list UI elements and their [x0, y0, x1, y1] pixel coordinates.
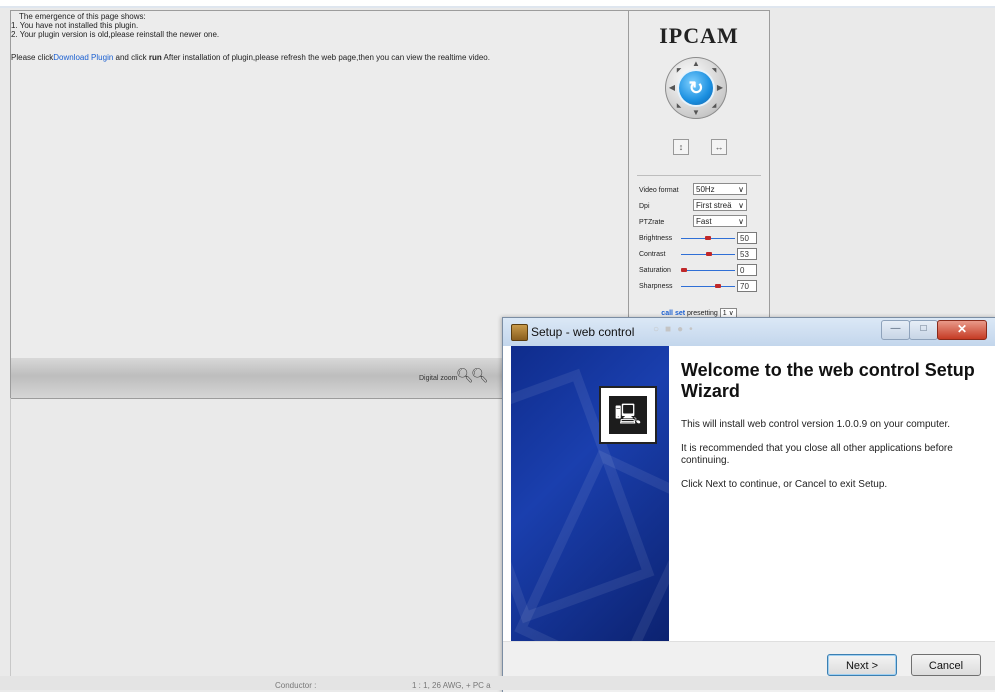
brightness-value[interactable]: 50: [737, 232, 757, 244]
left-border: [10, 398, 11, 684]
ptz-up-icon[interactable]: ▲: [691, 59, 701, 69]
ptz-left-icon[interactable]: ◀: [667, 83, 677, 93]
background-toolbar-ghost-icons: ○■●•: [653, 324, 699, 335]
saturation-label: Saturation: [639, 267, 671, 274]
wizard-content: Welcome to the web control Setup Wizard …: [669, 346, 988, 641]
ptzrate-select[interactable]: Fast ∨: [693, 215, 747, 227]
bottom-strip: Conductor : 1 : 1, 26 AWG, + PC a: [0, 676, 995, 690]
top-strip: [0, 0, 995, 8]
plugin-notice: The emergence of this page shows: 1. You…: [10, 10, 630, 360]
ptz-down-left-icon[interactable]: ◣: [674, 101, 684, 111]
ptz-down-icon[interactable]: ▼: [691, 108, 701, 118]
contrast-slider[interactable]: [681, 252, 735, 256]
contrast-value[interactable]: 53: [737, 248, 757, 260]
brightness-label: Brightness: [639, 235, 673, 242]
dpi-select[interactable]: First streä ∨: [693, 199, 747, 211]
sharpness-slider[interactable]: [681, 284, 735, 288]
cancel-button[interactable]: Cancel: [911, 654, 981, 676]
saturation-slider[interactable]: [681, 268, 735, 272]
saturation-slider-knob[interactable]: [681, 268, 687, 272]
ptz-right-icon[interactable]: ▶: [715, 83, 725, 93]
wizard-paragraph-2: It is recommended that you close all oth…: [681, 443, 953, 466]
set-preset-link[interactable]: set: [675, 310, 685, 317]
ptz-down-right-icon[interactable]: ◢: [709, 101, 719, 111]
notice-line-2: 2. Your plugin version is old,please rei…: [11, 30, 220, 39]
download-plugin-link[interactable]: Download Plugin: [53, 53, 113, 62]
ptz-control[interactable]: ▲ ▼ ◀ ▶ ◤ ◥ ◣ ◢ ↻: [665, 57, 727, 119]
wizard-paragraph-3: Click Next to continue, or Cancel to exi…: [681, 479, 888, 490]
conductor-text: Conductor :: [275, 681, 317, 690]
ptzrate-value: Fast: [696, 217, 712, 226]
contrast-slider-knob[interactable]: [706, 252, 712, 256]
presetting-label: presetting: [687, 310, 718, 317]
dpi-label: Dpi: [639, 203, 650, 210]
msg-suffix: After installation of plugin,please refr…: [161, 53, 490, 62]
brightness-slider[interactable]: [681, 236, 735, 240]
setup-dialog: Setup - web control ○■●• — □ ✕ 🖳︎ Welcom…: [502, 317, 995, 692]
notice-header: The emergence of this page shows:: [19, 12, 146, 21]
ptz-center-refresh-icon[interactable]: ↻: [679, 71, 713, 105]
control-panel: IPCAM ▲ ▼ ◀ ▶ ◤ ◥ ◣ ◢ ↻ ↕ ↔ Video format…: [628, 10, 770, 352]
brightness-slider-knob[interactable]: [705, 236, 711, 240]
dialog-title: Setup - web control: [531, 325, 635, 339]
dialog-titlebar[interactable]: Setup - web control ○■●• — □ ✕: [503, 318, 995, 346]
setup-app-icon: [511, 324, 528, 341]
wizard-heading: Welcome to the web control Setup Wizard: [681, 360, 975, 401]
zoom-out-icon[interactable]: 🔍︎: [456, 367, 474, 383]
ptz-up-right-icon[interactable]: ◥: [709, 66, 719, 76]
video-format-select[interactable]: 50Hz ∨: [693, 183, 747, 195]
chevron-down-icon: ∨: [738, 217, 744, 226]
ptzrate-label: PTZrate: [639, 219, 665, 226]
sharpness-label: Sharpness: [639, 283, 673, 290]
contrast-label: Contrast: [639, 251, 666, 258]
maximize-button[interactable]: □: [909, 320, 938, 340]
spec-text: 1 : 1, 26 AWG, + PC a: [412, 681, 491, 690]
next-button[interactable]: Next >: [827, 654, 897, 676]
call-preset-link[interactable]: call: [661, 310, 673, 317]
preset-value: 1: [722, 310, 727, 317]
digital-zoom-label: Digital zoom: [419, 375, 458, 382]
msg-mid: and click: [113, 53, 149, 62]
video-format-value: 50Hz: [696, 185, 715, 194]
panel-separator: [637, 175, 761, 176]
sharpness-slider-knob[interactable]: [715, 284, 721, 288]
flip-vertical-icon[interactable]: ↕: [673, 139, 689, 155]
notice-line-1: 1. You have not installed this plugin.: [11, 21, 139, 30]
minimize-button[interactable]: —: [881, 320, 910, 340]
close-button[interactable]: ✕: [937, 320, 987, 340]
top-strip-line: [0, 6, 995, 8]
wizard-sidebar: 🖳︎: [511, 346, 669, 641]
zoom-in-icon[interactable]: 🔍︎: [471, 367, 489, 383]
video-format-label: Video format: [639, 187, 679, 194]
notice-message: Please clickDownload Plugin and click ru…: [11, 53, 490, 62]
chevron-down-icon: ∨: [738, 201, 744, 210]
msg-run: run: [148, 53, 162, 62]
mirror-horizontal-icon[interactable]: ↔: [711, 139, 727, 155]
installer-computer-icon: 🖳︎: [599, 386, 657, 444]
msg-prefix: Please click: [11, 53, 54, 62]
ipcam-logo: IPCAM: [659, 23, 739, 48]
saturation-value[interactable]: 0: [737, 264, 757, 276]
chevron-down-icon: ∨: [738, 185, 744, 194]
dpi-value: First streä: [696, 201, 732, 210]
ptz-up-left-icon[interactable]: ◤: [674, 66, 684, 76]
sharpness-value[interactable]: 70: [737, 280, 757, 292]
wizard-paragraph-1: This will install web control version 1.…: [681, 419, 951, 430]
